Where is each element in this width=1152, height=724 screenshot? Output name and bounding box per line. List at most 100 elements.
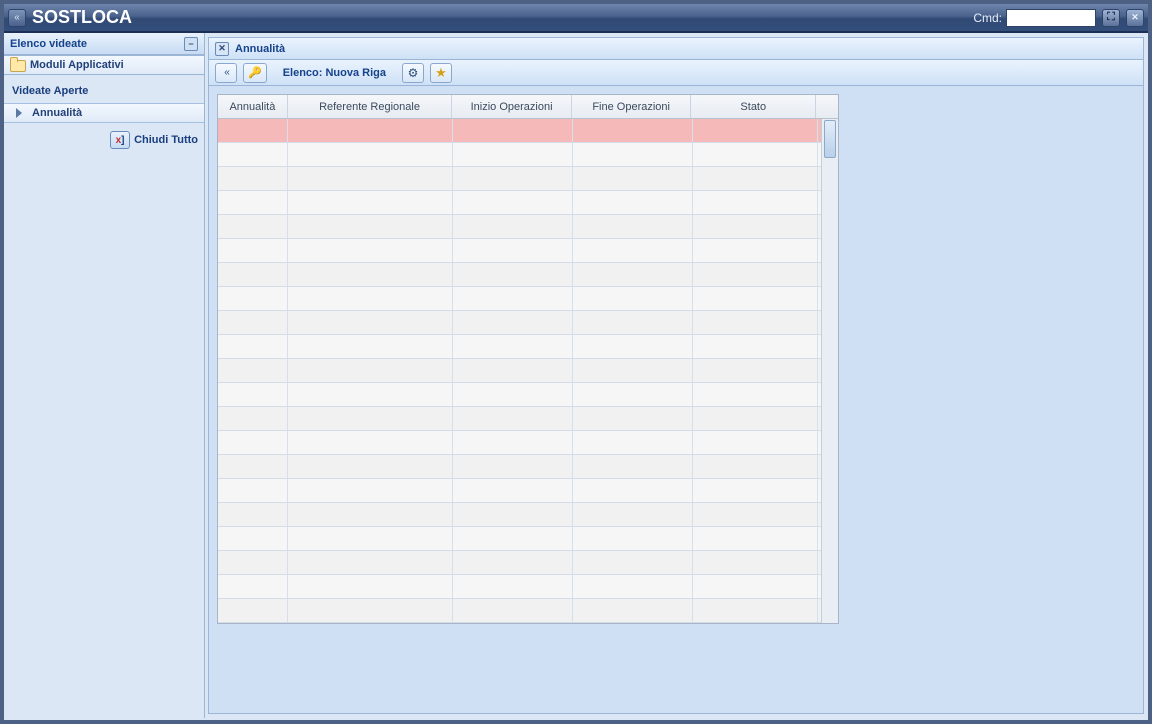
table-cell[interactable] [453, 335, 573, 358]
table-cell[interactable] [218, 527, 288, 550]
table-cell[interactable] [453, 479, 573, 502]
table-cell[interactable] [453, 407, 573, 430]
table-cell[interactable] [453, 431, 573, 454]
table-cell[interactable] [573, 335, 693, 358]
table-cell[interactable] [453, 263, 573, 286]
table-cell[interactable] [218, 215, 288, 238]
table-cell[interactable] [288, 455, 453, 478]
table-cell[interactable] [453, 191, 573, 214]
table-cell[interactable] [288, 599, 453, 622]
table-cell[interactable] [573, 455, 693, 478]
table-cell[interactable] [288, 383, 453, 406]
open-view-item[interactable]: Annualità [4, 103, 204, 123]
toolbar-collapse-button[interactable]: « [215, 63, 237, 83]
table-cell[interactable] [218, 167, 288, 190]
table-cell[interactable] [453, 383, 573, 406]
table-cell[interactable] [693, 191, 818, 214]
table-cell[interactable] [453, 359, 573, 382]
table-cell[interactable] [288, 287, 453, 310]
col-header-referente[interactable]: Referente Regionale [288, 95, 452, 118]
table-row[interactable] [218, 551, 821, 575]
table-cell[interactable] [453, 527, 573, 550]
table-row[interactable] [218, 335, 821, 359]
table-cell[interactable] [573, 599, 693, 622]
table-cell[interactable] [288, 431, 453, 454]
table-cell[interactable] [288, 191, 453, 214]
table-row[interactable] [218, 455, 821, 479]
table-row[interactable] [218, 503, 821, 527]
table-cell[interactable] [288, 263, 453, 286]
table-cell[interactable] [573, 383, 693, 406]
table-cell[interactable] [288, 335, 453, 358]
table-cell[interactable] [693, 119, 818, 142]
table-cell[interactable] [693, 215, 818, 238]
table-cell[interactable] [573, 287, 693, 310]
table-cell[interactable] [288, 239, 453, 262]
table-cell[interactable] [218, 479, 288, 502]
header-collapse-button[interactable]: « [8, 9, 26, 27]
table-cell[interactable] [288, 503, 453, 526]
table-row[interactable] [218, 311, 821, 335]
table-cell[interactable] [573, 479, 693, 502]
table-cell[interactable] [693, 527, 818, 550]
tree-node-modules[interactable]: Moduli Applicativi [4, 55, 204, 75]
table-cell[interactable] [218, 503, 288, 526]
table-cell[interactable] [693, 263, 818, 286]
table-cell[interactable] [288, 167, 453, 190]
table-cell[interactable] [288, 215, 453, 238]
table-cell[interactable] [573, 527, 693, 550]
table-cell[interactable] [573, 263, 693, 286]
table-cell[interactable] [573, 551, 693, 574]
table-cell[interactable] [288, 527, 453, 550]
table-row[interactable] [218, 167, 821, 191]
table-cell[interactable] [693, 407, 818, 430]
table-cell[interactable] [218, 599, 288, 622]
table-cell[interactable] [453, 167, 573, 190]
table-cell[interactable] [693, 503, 818, 526]
table-cell[interactable] [693, 143, 818, 166]
table-cell[interactable] [218, 311, 288, 334]
col-header-stato[interactable]: Stato [691, 95, 816, 118]
table-row[interactable] [218, 359, 821, 383]
cmd-input[interactable] [1006, 9, 1096, 27]
table-cell[interactable] [573, 215, 693, 238]
table-row[interactable] [218, 479, 821, 503]
table-cell[interactable] [573, 359, 693, 382]
table-cell[interactable] [693, 287, 818, 310]
table-cell[interactable] [693, 551, 818, 574]
table-cell[interactable] [218, 287, 288, 310]
table-cell[interactable] [573, 191, 693, 214]
table-row[interactable] [218, 119, 821, 143]
table-cell[interactable] [218, 359, 288, 382]
table-cell[interactable] [288, 311, 453, 334]
table-cell[interactable] [218, 191, 288, 214]
table-cell[interactable] [218, 575, 288, 598]
table-row[interactable] [218, 263, 821, 287]
table-cell[interactable] [218, 383, 288, 406]
table-cell[interactable] [573, 119, 693, 142]
table-cell[interactable] [218, 263, 288, 286]
table-cell[interactable] [453, 551, 573, 574]
table-row[interactable] [218, 215, 821, 239]
table-cell[interactable] [288, 479, 453, 502]
table-cell[interactable] [693, 479, 818, 502]
table-cell[interactable] [288, 551, 453, 574]
table-cell[interactable] [693, 575, 818, 598]
table-cell[interactable] [693, 599, 818, 622]
col-header-annualita[interactable]: Annualità [218, 95, 288, 118]
table-cell[interactable] [573, 503, 693, 526]
table-cell[interactable] [453, 119, 573, 142]
table-cell[interactable] [693, 455, 818, 478]
table-cell[interactable] [693, 383, 818, 406]
table-row[interactable] [218, 407, 821, 431]
table-cell[interactable] [693, 431, 818, 454]
table-cell[interactable] [453, 215, 573, 238]
col-header-inizio[interactable]: Inizio Operazioni [452, 95, 572, 118]
table-cell[interactable] [693, 335, 818, 358]
scrollbar-thumb[interactable] [824, 120, 836, 158]
table-cell[interactable] [218, 335, 288, 358]
table-cell[interactable] [288, 143, 453, 166]
close-all-button[interactable]: x] Chiudi Tutto [110, 131, 198, 149]
table-row[interactable] [218, 527, 821, 551]
table-cell[interactable] [453, 239, 573, 262]
